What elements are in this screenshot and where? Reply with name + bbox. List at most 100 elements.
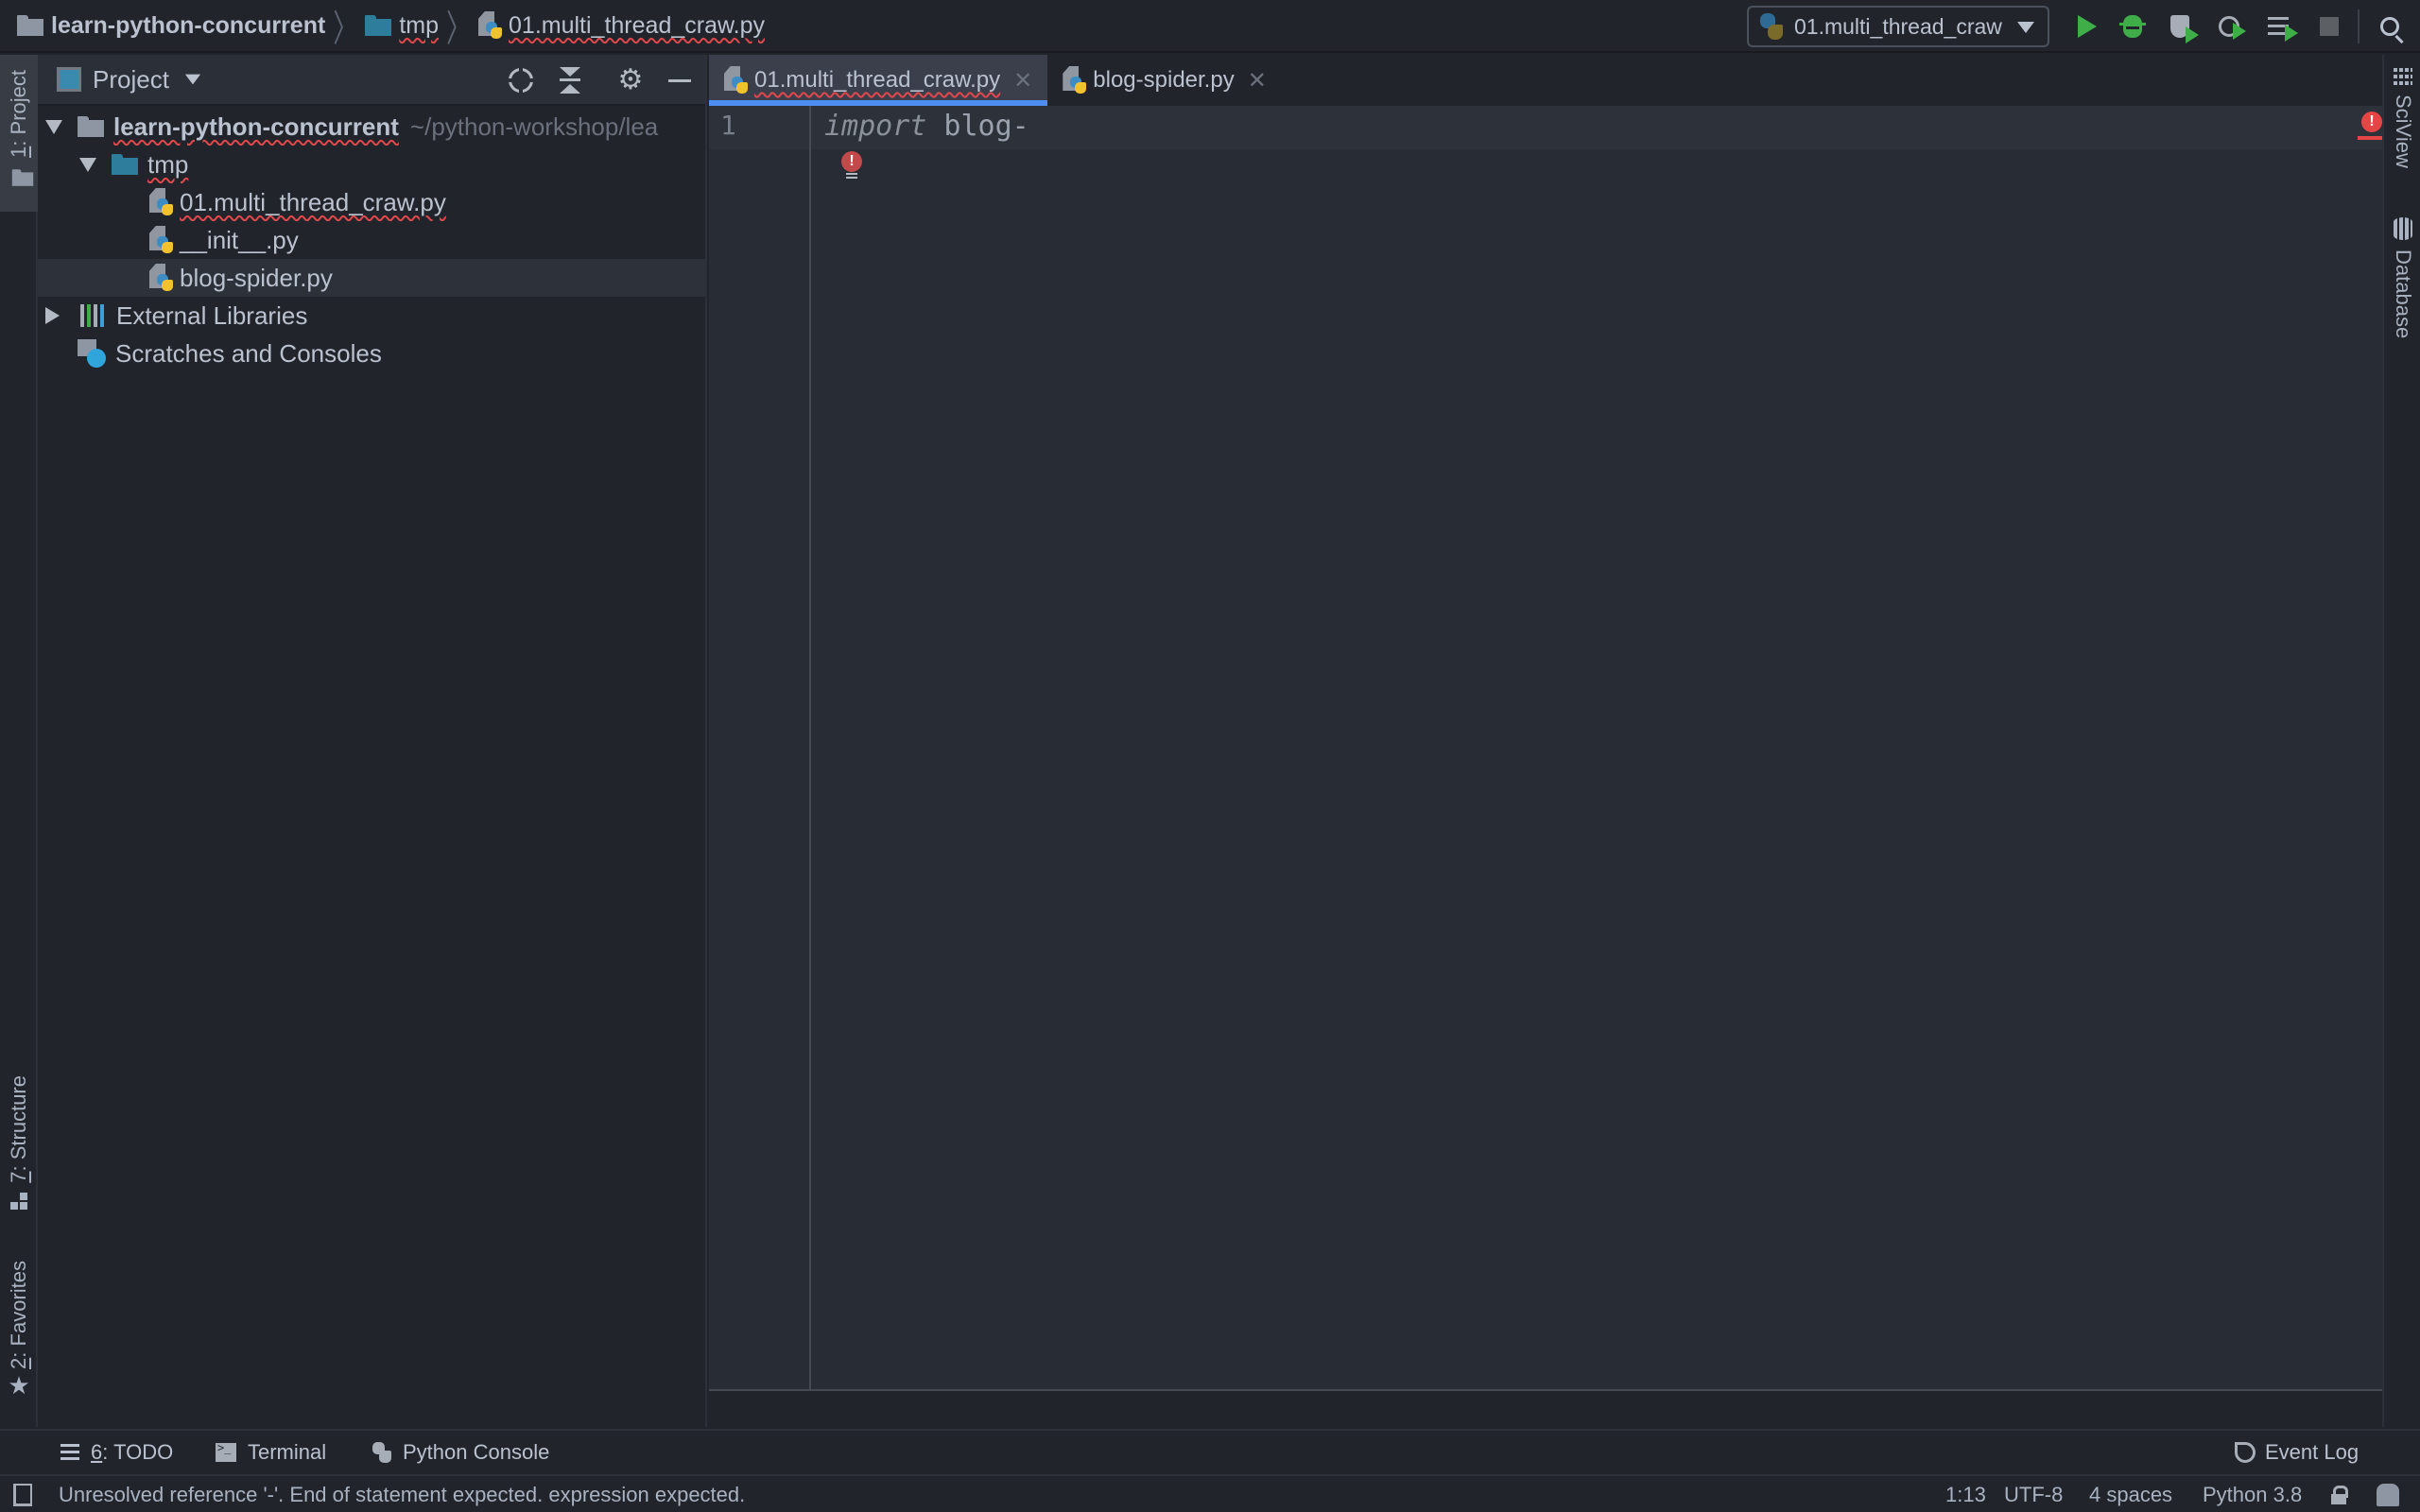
code-line[interactable]: import blog-	[824, 110, 1029, 143]
python-console-label: Python Console	[403, 1440, 550, 1464]
folder-icon	[17, 15, 43, 36]
python-file-icon	[149, 188, 174, 216]
keyword-token: import	[824, 110, 927, 143]
profile-button[interactable]	[2214, 11, 2246, 42]
run-configuration-selector[interactable]: 01.multi_thread_craw	[1747, 6, 2049, 47]
structure-icon	[10, 1192, 27, 1210]
search-everywhere-button[interactable]	[2375, 11, 2405, 42]
expand-arrow-icon[interactable]	[45, 307, 60, 324]
tree-item-label: tmp	[147, 149, 189, 179]
favorites-tool-label: 2: Favorites	[7, 1261, 30, 1369]
minimize-icon	[668, 78, 691, 82]
breadcrumb-tmp[interactable]: tmp	[365, 0, 439, 52]
tool-window-bar: 6: TODO Terminal Python Console Event Lo…	[0, 1429, 2420, 1472]
tree-item-path: ~/python-workshop/lea	[409, 112, 659, 141]
concurrency-icon	[2268, 17, 2298, 42]
project-view-icon	[57, 67, 81, 92]
tree-item-scratches[interactable]: Scratches and Consoles	[38, 335, 705, 372]
todo-tool-button[interactable]: 6: TODO	[60, 1440, 173, 1465]
tree-item-label: 01.multi_thread_craw.py	[180, 187, 446, 216]
code-editor[interactable]: 1 import blog- ! !	[709, 106, 2382, 1391]
editor-tab-bar: 01.multi_thread_craw.py ✕ blog-spider.py…	[709, 55, 2382, 106]
tree-item-label: learn-python-concurrent	[113, 112, 399, 141]
run-configuration-label: 01.multi_thread_craw	[1794, 13, 2002, 39]
terminal-tool-button[interactable]: Terminal	[216, 1440, 326, 1465]
inspector-icon[interactable]	[2377, 1484, 2399, 1506]
python-console-tool-button[interactable]: Python Console	[372, 1440, 549, 1465]
expand-arrow-icon[interactable]	[45, 119, 62, 134]
line-number: 1	[720, 110, 736, 141]
sciview-label: SciView	[2392, 94, 2415, 168]
settings-button[interactable]: ⚙	[616, 66, 645, 94]
intention-bulb-error-icon[interactable]: !	[841, 151, 862, 180]
bug-icon	[2119, 15, 2146, 38]
tree-item-label: __init__.py	[180, 225, 299, 254]
tree-item-tmp[interactable]: tmp	[38, 146, 705, 183]
python-icon	[1760, 13, 1783, 40]
run-with-coverage-button[interactable]	[2165, 11, 2199, 43]
toggle-tool-windows-icon[interactable]	[13, 1484, 32, 1506]
indent-setting[interactable]: 4 spaces	[2089, 1483, 2172, 1507]
chevron-down-icon[interactable]	[184, 74, 201, 85]
tab-label: 01.multi_thread_craw.py	[754, 67, 1001, 93]
hide-panel-button[interactable]	[666, 66, 694, 94]
status-message[interactable]: Unresolved reference '-'. End of stateme…	[59, 1483, 745, 1507]
file-encoding[interactable]: UTF-8	[2004, 1483, 2063, 1507]
tree-item-external-libraries[interactable]: External Libraries	[38, 297, 705, 335]
error-indicator-icon[interactable]: !	[2361, 112, 2382, 132]
project-tool-label: 1: Project	[7, 70, 30, 158]
event-log-tool-button[interactable]: Event Log	[2235, 1440, 2359, 1465]
close-icon[interactable]: ✕	[1013, 67, 1032, 94]
folder-icon	[112, 154, 138, 175]
tree-item-file[interactable]: 01.multi_thread_craw.py	[38, 183, 705, 221]
tree-item-project-root[interactable]: learn-python-concurrent ~/python-worksho…	[38, 108, 705, 146]
breadcrumb-file[interactable]: 01.multi_thread_craw.py	[478, 0, 765, 52]
line-number-gutter[interactable]: 1	[709, 106, 811, 1389]
gear-icon: ⚙	[617, 64, 644, 95]
breadcrumb-project[interactable]: learn-python-concurrent	[17, 0, 325, 52]
error-stripe-mark[interactable]	[2358, 136, 2382, 140]
tab-blog-spider[interactable]: blog-spider.py ✕	[1047, 55, 1282, 106]
python-file-icon	[149, 264, 174, 292]
debug-button[interactable]	[2118, 11, 2148, 42]
project-tool-button[interactable]: 1: Project	[0, 55, 38, 212]
search-icon	[2380, 17, 2399, 36]
close-icon[interactable]: ✕	[1248, 67, 1267, 94]
terminal-label: Terminal	[248, 1440, 327, 1464]
coverage-icon	[2170, 15, 2199, 43]
concurrency-diagram-button[interactable]	[2263, 11, 2298, 42]
list-icon	[60, 1444, 79, 1461]
database-icon	[2394, 217, 2412, 240]
tab-label: blog-spider.py	[1093, 67, 1235, 93]
collapse-all-icon	[560, 67, 580, 94]
python-file-icon	[149, 226, 174, 254]
scratches-icon	[78, 339, 106, 368]
database-label: Database	[2392, 249, 2415, 339]
database-tool-button[interactable]: Database	[2384, 217, 2420, 338]
breadcrumb-label: 01.multi_thread_craw.py	[509, 11, 765, 39]
tree-item-file[interactable]: __init__.py	[38, 221, 705, 259]
select-opened-file-button[interactable]	[507, 66, 535, 94]
sciview-icon	[2394, 68, 2412, 85]
folder-icon	[11, 169, 34, 186]
terminal-icon	[216, 1441, 236, 1462]
stop-icon	[2320, 17, 2339, 36]
lock-icon[interactable]	[2331, 1486, 2348, 1504]
stop-button[interactable]	[2314, 11, 2344, 42]
structure-tool-label: 7: Structure	[7, 1075, 30, 1183]
caret-position[interactable]: 1:13	[1945, 1483, 1986, 1507]
python-file-icon	[724, 66, 749, 94]
folder-icon	[365, 15, 392, 36]
python-file-icon	[478, 11, 503, 40]
toolbar-divider	[2358, 9, 2360, 43]
project-panel-title[interactable]: Project	[93, 65, 169, 94]
folder-icon	[78, 116, 104, 137]
collapse-all-button[interactable]	[556, 66, 584, 94]
tree-item-file-selected[interactable]: blog-spider.py	[38, 259, 705, 297]
sciview-tool-button[interactable]: SciView	[2384, 68, 2420, 168]
tab-multi-thread-craw[interactable]: 01.multi_thread_craw.py ✕	[709, 55, 1048, 106]
expand-arrow-icon[interactable]	[79, 157, 96, 172]
star-icon: ★	[8, 1370, 30, 1400]
run-button[interactable]	[2072, 11, 2102, 42]
python-interpreter[interactable]: Python 3.8	[2203, 1483, 2302, 1507]
